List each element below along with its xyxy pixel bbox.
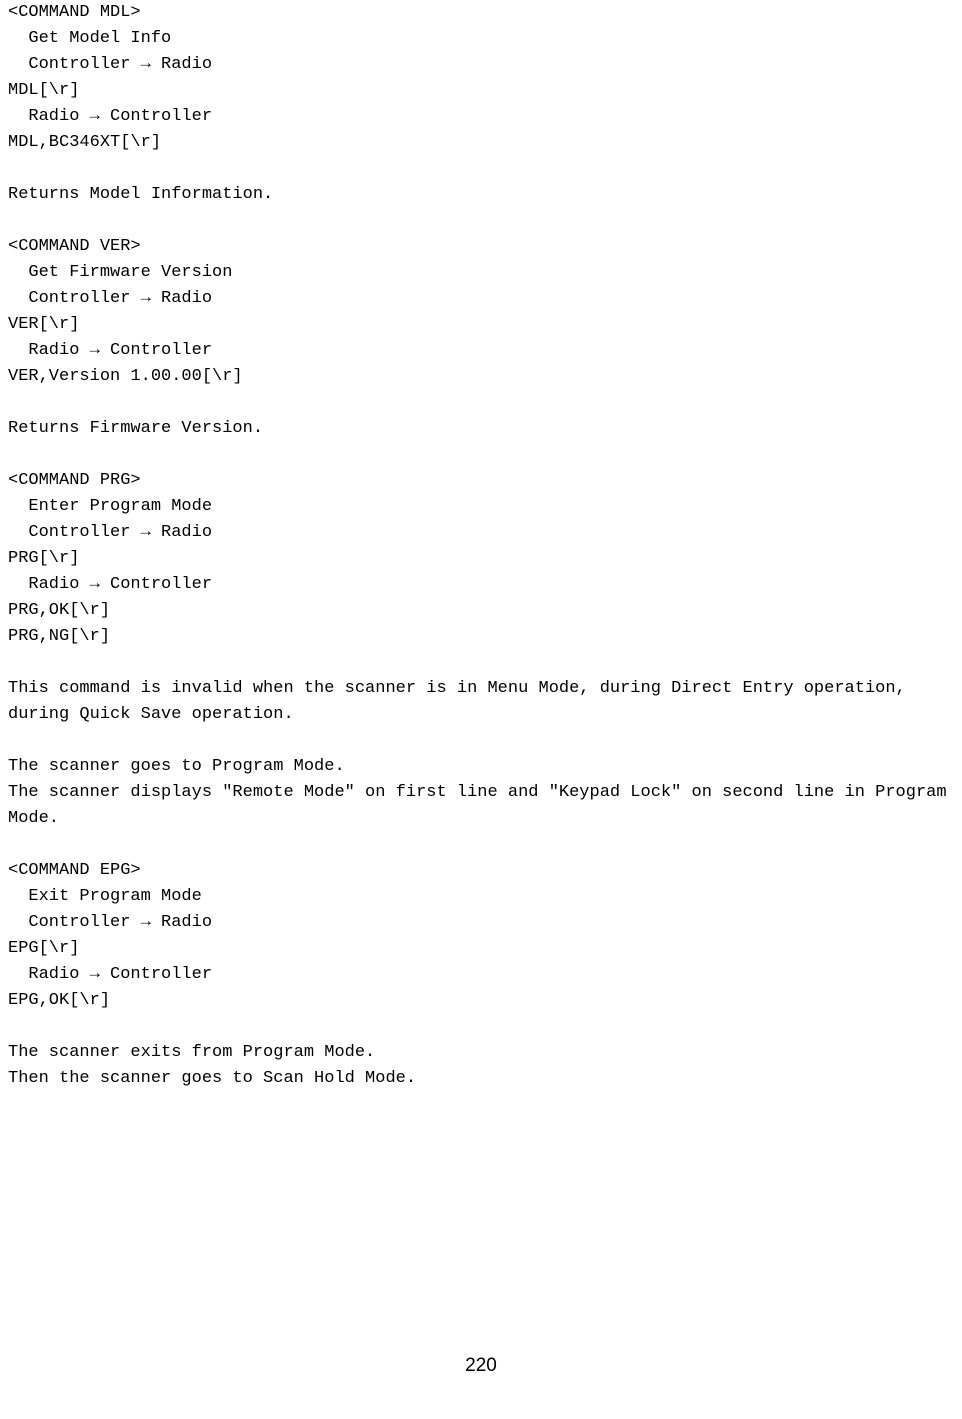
cmd-ver-radio-label: Radio → Controller	[8, 338, 954, 364]
cmd-ver-title: Get Firmware Version	[8, 260, 954, 286]
blank-line	[8, 832, 954, 858]
cmd-epg-radio-label: Radio → Controller	[8, 962, 954, 988]
blank-line	[8, 650, 954, 676]
cmd-prg-radio-label: Radio → Controller	[8, 572, 954, 598]
blank-line	[8, 1014, 954, 1040]
cmd-ver-desc: Returns Firmware Version.	[8, 416, 954, 442]
page-number: 220	[0, 1353, 962, 1379]
cmd-ver-ctr-cmd: VER[\r]	[8, 312, 954, 338]
cmd-prg-radio-resp1: PRG,OK[\r]	[8, 598, 954, 624]
cmd-mdl-header: <COMMAND MDL>	[8, 0, 954, 26]
cmd-epg-ctr-label: Controller → Radio	[8, 910, 954, 936]
cmd-mdl-desc: Returns Model Information.	[8, 182, 954, 208]
cmd-ver-header: <COMMAND VER>	[8, 234, 954, 260]
cmd-epg-title: Exit Program Mode	[8, 884, 954, 910]
cmd-mdl-radio-label: Radio → Controller	[8, 104, 954, 130]
cmd-epg-desc: The scanner exits from Program Mode. The…	[8, 1040, 954, 1092]
cmd-epg-radio-resp: EPG,OK[\r]	[8, 988, 954, 1014]
cmd-ver-radio-resp: VER,Version 1.00.00[\r]	[8, 364, 954, 390]
blank-line	[8, 728, 954, 754]
blank-line	[8, 156, 954, 182]
cmd-epg-header: <COMMAND EPG>	[8, 858, 954, 884]
cmd-mdl-title: Get Model Info	[8, 26, 954, 52]
blank-line	[8, 442, 954, 468]
cmd-prg-ctr-label: Controller → Radio	[8, 520, 954, 546]
blank-line	[8, 208, 954, 234]
cmd-mdl-radio-resp: MDL,BC346XT[\r]	[8, 130, 954, 156]
cmd-prg-ctr-cmd: PRG[\r]	[8, 546, 954, 572]
cmd-ver-ctr-label: Controller → Radio	[8, 286, 954, 312]
cmd-prg-title: Enter Program Mode	[8, 494, 954, 520]
page: <COMMAND MDL> Get Model Info Controller …	[0, 0, 962, 1419]
cmd-epg-ctr-cmd: EPG[\r]	[8, 936, 954, 962]
cmd-prg-header: <COMMAND PRG>	[8, 468, 954, 494]
blank-line	[8, 390, 954, 416]
cmd-mdl-ctr-cmd: MDL[\r]	[8, 78, 954, 104]
cmd-prg-radio-resp2: PRG,NG[\r]	[8, 624, 954, 650]
cmd-prg-desc: This command is invalid when the scanner…	[8, 676, 954, 728]
cmd-mdl-ctr-label: Controller → Radio	[8, 52, 954, 78]
cmd-prg-desc2: The scanner goes to Program Mode. The sc…	[8, 754, 954, 832]
